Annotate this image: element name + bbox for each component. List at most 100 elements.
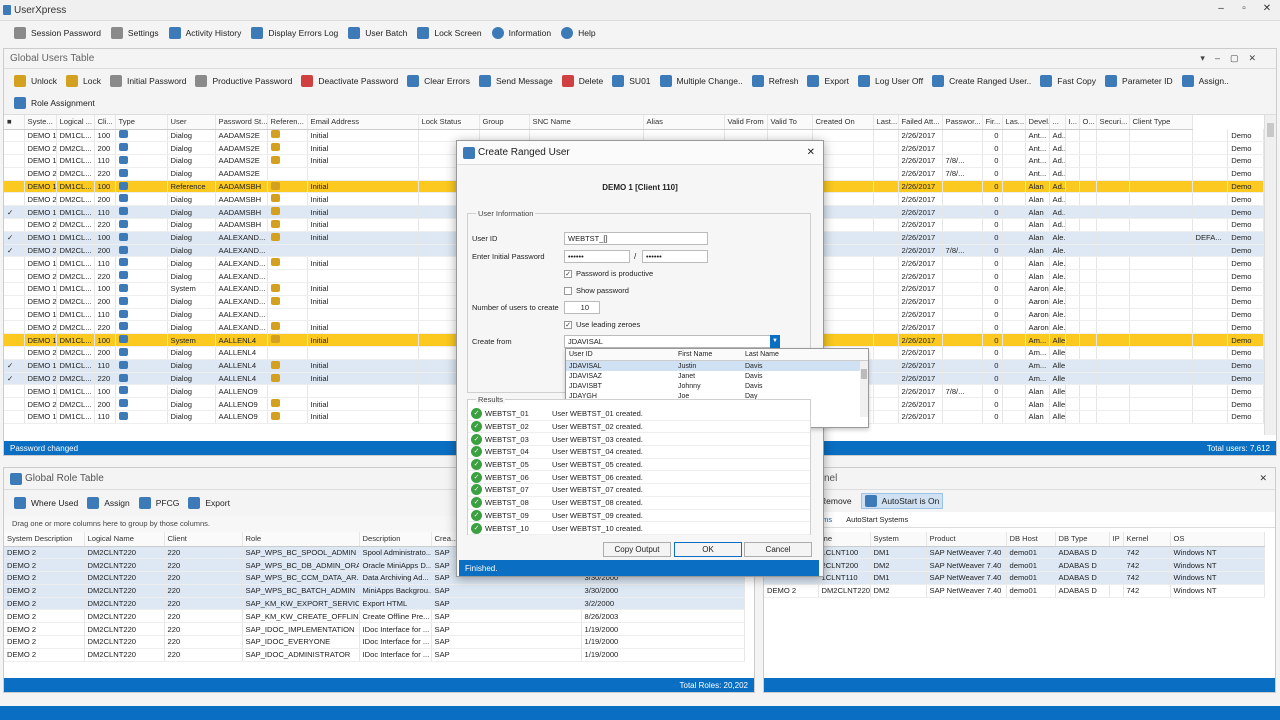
users-toolbar-button[interactable]: Initial Password (109, 74, 186, 87)
column-header[interactable]: Kernel (1123, 532, 1171, 547)
column-header[interactable]: Las... (1002, 115, 1026, 130)
column-header[interactable]: Fir... (982, 115, 1003, 130)
user-batch-button[interactable]: User Batch (348, 27, 407, 39)
lock-screen-button[interactable]: Lock Screen (417, 27, 482, 39)
show-password-checkbox[interactable]: Show password (564, 286, 629, 295)
users-toolbar-button[interactable]: Lock (65, 74, 101, 87)
table-row[interactable]: DEMO 2 DM2CLNT220 220 SAP_KM_KW_CREATE_OFFL… (4, 609, 745, 624)
column-header[interactable]: DB Host (1006, 532, 1056, 547)
user-id-input[interactable]: WEBTST_[] (564, 232, 708, 245)
column-header[interactable]: Alias (643, 115, 725, 130)
column-header[interactable]: I... (1065, 115, 1080, 130)
users-toolbar-button[interactable]: Delete (561, 74, 603, 87)
role-assignment-button[interactable]: Role Assignment (14, 97, 95, 109)
column-header[interactable]: DB Type (1055, 532, 1110, 547)
users-toolbar-button[interactable]: Unlock (14, 74, 57, 87)
maximize-button[interactable]: ▫ (1235, 3, 1253, 17)
column-header[interactable]: Description (359, 532, 432, 547)
users-toolbar-button[interactable]: SU01 (612, 74, 651, 87)
column-header[interactable]: Logical ... (56, 115, 95, 130)
leading-zeroes-checkbox[interactable]: ✓ Use leading zeroes (564, 320, 640, 329)
column-header[interactable]: O... (1079, 115, 1097, 130)
column-header[interactable]: Email Address (307, 115, 419, 130)
settings-button[interactable]: Settings (110, 27, 159, 39)
dialog-close-button[interactable]: ✕ (807, 147, 815, 158)
table-row[interactable]: 2CLNT200 DM2 SAP NetWeaver 7.40 demo01 ADABA… (764, 558, 1265, 573)
popup-row[interactable]: JDAVISAL Justin Davis (566, 361, 868, 371)
remove-button[interactable]: Remove (820, 496, 852, 506)
users-toolbar-button[interactable]: Productive Password (195, 74, 292, 87)
column-header[interactable]: Securi... (1096, 115, 1130, 130)
close-button[interactable]: ✕ (1258, 3, 1276, 17)
users-toolbar-button[interactable]: Refresh (751, 74, 798, 87)
autostart-toggle[interactable]: AutoStart is On (860, 493, 944, 509)
num-users-stepper[interactable]: 10 (564, 301, 600, 314)
column-header[interactable]: Passwor... (942, 115, 983, 130)
table-row[interactable]: DEMO 2 DM2CLNT220 220 SAP_KM_KW_EXPORT_SERV… (4, 597, 745, 611)
close-panel-button[interactable]: ✕ (1259, 473, 1267, 484)
confirm-password-input[interactable]: •••••• (642, 250, 708, 263)
table-row[interactable]: DEMO 2 DM2CLNT220 220 SAP_IDOC_EVERYONE IDoc… (4, 635, 745, 649)
chevron-down-icon[interactable]: ▼ (770, 335, 780, 348)
copy-output-button[interactable]: Copy Output (603, 542, 671, 557)
users-toolbar-button[interactable]: Deactivate Password (301, 74, 398, 87)
column-header[interactable]: Valid From (724, 115, 768, 130)
display-errors-log-button[interactable]: Display Errors Log (251, 27, 338, 39)
activity-history-button[interactable]: Activity History (168, 27, 241, 39)
column-header[interactable]: Devel... (1025, 115, 1050, 130)
column-header[interactable]: ... (1049, 115, 1066, 130)
column-header[interactable]: Cli... (94, 115, 116, 130)
role-toolbar-button[interactable]: Where Used (14, 497, 78, 509)
column-header[interactable]: Password St... (215, 115, 268, 130)
column-header[interactable]: Syste... (24, 115, 57, 130)
column-header[interactable]: Client (164, 532, 243, 547)
users-toolbar-button[interactable]: Log User Off (858, 74, 923, 87)
table-row[interactable]: DEMO 2 DM2CLNT220 220 SAP_WPS_BC_BATCH_ADMI… (4, 584, 745, 598)
column-header[interactable]: me (818, 532, 871, 547)
users-toolbar-button[interactable]: Create Ranged User.. (932, 74, 1031, 87)
users-toolbar-button[interactable]: Parameter ID (1105, 74, 1173, 87)
column-header[interactable]: Logical Name (84, 532, 165, 547)
column-header[interactable]: Lock Status (418, 115, 480, 130)
tab-autostart-systems[interactable]: AutoStart Systems (846, 515, 908, 524)
panel-window-controls[interactable]: ▾–▢✕ (1200, 53, 1266, 64)
column-header[interactable]: Last... (873, 115, 899, 130)
users-toolbar-button[interactable]: Assign.. (1181, 74, 1229, 87)
scroll-thumb[interactable] (1267, 123, 1274, 137)
ok-button[interactable]: OK (674, 542, 742, 557)
column-header[interactable]: System (870, 532, 927, 547)
popup-row[interactable]: JDAVISBT Johnny Davis (566, 381, 868, 391)
table-row[interactable]: DEMO 2 DM2CLNT220 DM2 SAP NetWeaver 7.40 dem… (764, 584, 1265, 598)
table-row[interactable]: DEMO 2 DM2CLNT220 220 SAP_IDOC_IMPLEMENTATI… (4, 622, 745, 637)
column-header[interactable]: OS (1170, 532, 1265, 547)
column-header[interactable]: Created On (812, 115, 874, 130)
column-header[interactable]: Failed Att... (898, 115, 943, 130)
column-header[interactable]: Client Type (1129, 115, 1193, 130)
password-input[interactable]: •••••• (564, 250, 630, 263)
cancel-button[interactable]: Cancel (744, 542, 812, 557)
role-toolbar-button[interactable]: Export (188, 497, 230, 509)
minimize-button[interactable]: – (1212, 3, 1230, 17)
role-toolbar-button[interactable]: PFCG (138, 497, 179, 509)
popup-scrollbar[interactable] (860, 361, 868, 417)
popup-row[interactable]: JDAVISAZ Janet Davis (566, 371, 868, 381)
column-header[interactable]: System Description (4, 532, 85, 547)
users-toolbar-button[interactable]: Send Message (478, 74, 553, 87)
users-scrollbar[interactable] (1264, 115, 1276, 435)
column-header[interactable]: IP (1109, 532, 1124, 547)
information-button[interactable]: Information (491, 27, 551, 39)
column-header[interactable]: User (167, 115, 216, 130)
column-header[interactable]: Role (242, 532, 360, 547)
create-from-dropdown[interactable]: JDAVISAL (564, 335, 778, 348)
column-header[interactable]: Product (926, 532, 1007, 547)
session-password-button[interactable]: Session Password (14, 27, 101, 39)
table-row[interactable]: DEMO 2 DM2CLNT220 220 SAP_IDOC_ADMINISTRATO… (4, 648, 745, 662)
column-header[interactable]: Type (115, 115, 168, 130)
role-toolbar-button[interactable]: Assign (87, 497, 130, 509)
table-row[interactable]: 1CLNT110 DM1 SAP NetWeaver 7.40 demo01 ADABA… (764, 571, 1265, 585)
users-toolbar-button[interactable]: Clear Errors (407, 74, 470, 87)
column-header[interactable]: Valid To (767, 115, 813, 130)
column-header[interactable]: SNC Name (529, 115, 644, 130)
users-toolbar-button[interactable]: Multiple Change.. (659, 74, 743, 87)
table-row[interactable]: 1CLNT100 DM1 SAP NetWeaver 7.40 demo01 ADABA… (764, 546, 1265, 560)
